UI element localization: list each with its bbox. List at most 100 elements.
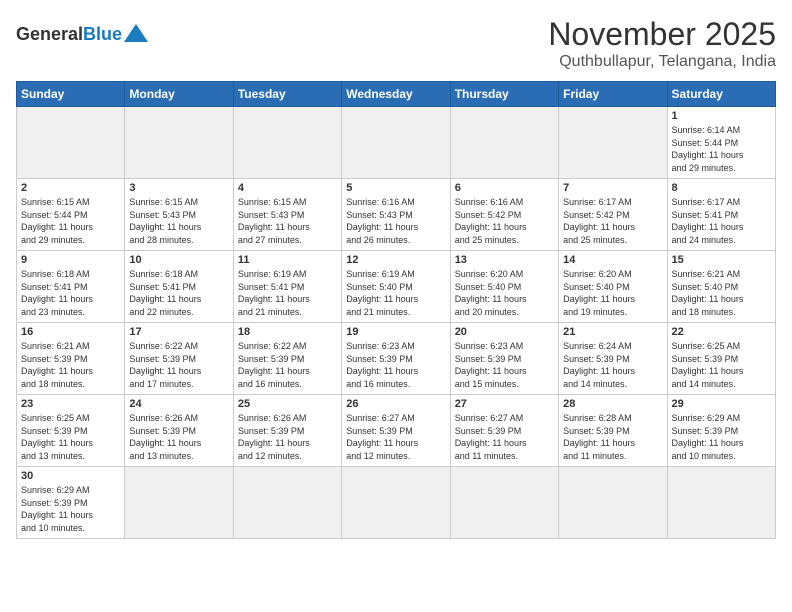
day-number: 3 bbox=[129, 182, 228, 194]
weekday-header-tuesday: Tuesday bbox=[233, 82, 341, 107]
calendar-cell: 20Sunrise: 6:23 AMSunset: 5:39 PMDayligh… bbox=[450, 323, 558, 395]
day-info: Sunrise: 6:20 AMSunset: 5:40 PMDaylight:… bbox=[455, 268, 554, 318]
calendar-cell: 27 Sunrise: 6:27 AMSunset: 5:39 PMDayligh… bbox=[450, 395, 558, 467]
logo-text: General Blue bbox=[16, 20, 150, 48]
calendar-cell bbox=[125, 107, 233, 179]
weekday-header-friday: Friday bbox=[559, 82, 667, 107]
location-text: Quthbullapur, Telangana, India bbox=[548, 53, 776, 71]
day-number: 17 bbox=[129, 326, 228, 338]
calendar-cell: 3 Sunrise: 6:15 AMSunset: 5:43 PMDaylight… bbox=[125, 179, 233, 251]
day-number: 28 bbox=[563, 398, 662, 410]
weekday-header-monday: Monday bbox=[125, 82, 233, 107]
calendar-cell bbox=[667, 467, 775, 539]
calendar-cell: 10 Sunrise: 6:18 AMSunset: 5:41 PMDayligh… bbox=[125, 251, 233, 323]
day-info: Sunrise: 6:27 AMSunset: 5:39 PMDaylight:… bbox=[346, 412, 445, 462]
calendar-cell: 30 Sunrise: 6:29 AMSunset: 5:39 PMDayligh… bbox=[17, 467, 125, 539]
day-number: 16 bbox=[21, 326, 120, 338]
day-number: 7 bbox=[563, 182, 662, 194]
calendar-cell: 2Sunrise: 6:15 AMSunset: 5:44 PMDaylight… bbox=[17, 179, 125, 251]
day-info: Sunrise: 6:15 AMSunset: 5:43 PMDaylight:… bbox=[129, 196, 228, 246]
logo-general-text: General bbox=[16, 24, 83, 45]
calendar-cell: 14 Sunrise: 6:20 AMSunset: 5:40 PMDayligh… bbox=[559, 251, 667, 323]
day-info: Sunrise: 6:22 AMSunset: 5:39 PMDaylight:… bbox=[238, 340, 337, 390]
calendar-cell: 5 Sunrise: 6:16 AMSunset: 5:43 PMDaylight… bbox=[342, 179, 450, 251]
day-info: Sunrise: 6:28 AMSunset: 5:39 PMDaylight:… bbox=[563, 412, 662, 462]
calendar-cell bbox=[125, 467, 233, 539]
calendar-cell bbox=[559, 107, 667, 179]
calendar-week-3: 16 Sunrise: 6:21 AMSunset: 5:39 PMDayligh… bbox=[17, 323, 776, 395]
day-number: 13 bbox=[455, 254, 554, 266]
calendar-page: General Blue November 2025 Quthbullapur,… bbox=[0, 0, 792, 549]
calendar-week-0: 1Sunrise: 6:14 AMSunset: 5:44 PMDaylight… bbox=[17, 107, 776, 179]
day-info: Sunrise: 6:15 AMSunset: 5:43 PMDaylight:… bbox=[238, 196, 337, 246]
day-info: Sunrise: 6:27 AMSunset: 5:39 PMDaylight:… bbox=[455, 412, 554, 462]
day-info: Sunrise: 6:16 AMSunset: 5:43 PMDaylight:… bbox=[346, 196, 445, 246]
day-info: Sunrise: 6:29 AMSunset: 5:39 PMDaylight:… bbox=[21, 484, 120, 534]
calendar-body: 1Sunrise: 6:14 AMSunset: 5:44 PMDaylight… bbox=[17, 107, 776, 539]
day-number: 9 bbox=[21, 254, 120, 266]
calendar-cell: 24Sunrise: 6:26 AMSunset: 5:39 PMDayligh… bbox=[125, 395, 233, 467]
month-title: November 2025 bbox=[548, 16, 776, 53]
day-info: Sunrise: 6:15 AMSunset: 5:44 PMDaylight:… bbox=[21, 196, 120, 246]
calendar-cell: 16 Sunrise: 6:21 AMSunset: 5:39 PMDayligh… bbox=[17, 323, 125, 395]
logo-icon bbox=[122, 20, 150, 48]
day-number: 10 bbox=[129, 254, 228, 266]
calendar-cell bbox=[342, 107, 450, 179]
day-number: 8 bbox=[672, 182, 771, 194]
day-info: Sunrise: 6:17 AMSunset: 5:41 PMDaylight:… bbox=[672, 196, 771, 246]
day-number: 18 bbox=[238, 326, 337, 338]
day-number: 4 bbox=[238, 182, 337, 194]
day-info: Sunrise: 6:26 AMSunset: 5:39 PMDaylight:… bbox=[238, 412, 337, 462]
calendar-cell: 26 Sunrise: 6:27 AMSunset: 5:39 PMDayligh… bbox=[342, 395, 450, 467]
header-row: SundayMondayTuesdayWednesdayThursdayFrid… bbox=[17, 82, 776, 107]
day-info: Sunrise: 6:21 AMSunset: 5:39 PMDaylight:… bbox=[21, 340, 120, 390]
calendar-cell: 4 Sunrise: 6:15 AMSunset: 5:43 PMDaylight… bbox=[233, 179, 341, 251]
day-info: Sunrise: 6:18 AMSunset: 5:41 PMDaylight:… bbox=[129, 268, 228, 318]
day-info: Sunrise: 6:23 AMSunset: 5:39 PMDaylight:… bbox=[346, 340, 445, 390]
day-number: 29 bbox=[672, 398, 771, 410]
calendar-cell bbox=[342, 467, 450, 539]
calendar-cell: 29 Sunrise: 6:29 AMSunset: 5:39 PMDayligh… bbox=[667, 395, 775, 467]
day-number: 5 bbox=[346, 182, 445, 194]
day-info: Sunrise: 6:22 AMSunset: 5:39 PMDaylight:… bbox=[129, 340, 228, 390]
calendar-cell: 22 Sunrise: 6:25 AMSunset: 5:39 PMDayligh… bbox=[667, 323, 775, 395]
logo-blue-text: Blue bbox=[83, 24, 122, 45]
day-number: 22 bbox=[672, 326, 771, 338]
day-info: Sunrise: 6:20 AMSunset: 5:40 PMDaylight:… bbox=[563, 268, 662, 318]
day-number: 25 bbox=[238, 398, 337, 410]
calendar-week-1: 2Sunrise: 6:15 AMSunset: 5:44 PMDaylight… bbox=[17, 179, 776, 251]
calendar-week-5: 30 Sunrise: 6:29 AMSunset: 5:39 PMDayligh… bbox=[17, 467, 776, 539]
day-number: 27 bbox=[455, 398, 554, 410]
calendar-cell bbox=[233, 107, 341, 179]
day-number: 11 bbox=[238, 254, 337, 266]
calendar-cell: 9Sunrise: 6:18 AMSunset: 5:41 PMDaylight… bbox=[17, 251, 125, 323]
day-number: 30 bbox=[21, 470, 120, 482]
calendar-cell: 13 Sunrise: 6:20 AMSunset: 5:40 PMDayligh… bbox=[450, 251, 558, 323]
day-info: Sunrise: 6:19 AMSunset: 5:41 PMDaylight:… bbox=[238, 268, 337, 318]
day-info: Sunrise: 6:21 AMSunset: 5:40 PMDaylight:… bbox=[672, 268, 771, 318]
calendar-cell: 6 Sunrise: 6:16 AMSunset: 5:42 PMDaylight… bbox=[450, 179, 558, 251]
day-info: Sunrise: 6:29 AMSunset: 5:39 PMDaylight:… bbox=[672, 412, 771, 462]
calendar-cell bbox=[450, 107, 558, 179]
day-number: 6 bbox=[455, 182, 554, 194]
calendar-cell: 17 Sunrise: 6:22 AMSunset: 5:39 PMDayligh… bbox=[125, 323, 233, 395]
calendar-cell bbox=[450, 467, 558, 539]
day-number: 24 bbox=[129, 398, 228, 410]
day-number: 26 bbox=[346, 398, 445, 410]
calendar-cell bbox=[233, 467, 341, 539]
calendar-cell bbox=[17, 107, 125, 179]
calendar-cell: 7Sunrise: 6:17 AMSunset: 5:42 PMDaylight… bbox=[559, 179, 667, 251]
day-info: Sunrise: 6:24 AMSunset: 5:39 PMDaylight:… bbox=[563, 340, 662, 390]
calendar-cell: 28 Sunrise: 6:28 AMSunset: 5:39 PMDayligh… bbox=[559, 395, 667, 467]
title-block: November 2025 Quthbullapur, Telangana, I… bbox=[548, 16, 776, 71]
day-info: Sunrise: 6:16 AMSunset: 5:42 PMDaylight:… bbox=[455, 196, 554, 246]
day-number: 1 bbox=[672, 110, 771, 122]
weekday-header-sunday: Sunday bbox=[17, 82, 125, 107]
calendar-week-2: 9 Sunrise: 6:18 AMSunset: 5:41 PMDaylight… bbox=[17, 251, 776, 323]
day-number: 14 bbox=[563, 254, 662, 266]
day-info: Sunrise: 6:25 AMSunset: 5:39 PMDaylight:… bbox=[672, 340, 771, 390]
calendar-cell: 25 Sunrise: 6:26 AMSunset: 5:39 PMDayligh… bbox=[233, 395, 341, 467]
calendar-cell: 23Sunrise: 6:25 AMSunset: 5:39 PMDayligh… bbox=[17, 395, 125, 467]
calendar-cell bbox=[559, 467, 667, 539]
day-number: 19 bbox=[346, 326, 445, 338]
